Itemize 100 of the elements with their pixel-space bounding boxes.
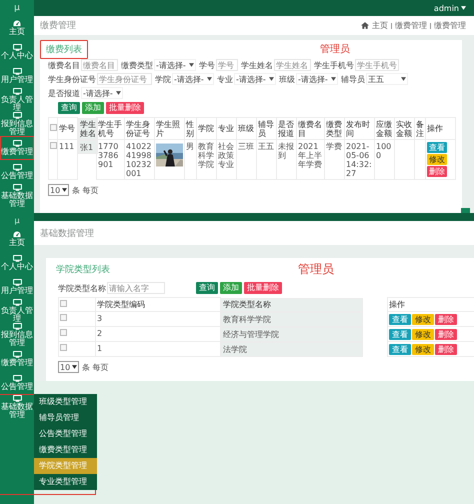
input-field[interactable]: 请输入名字 bbox=[107, 282, 165, 294]
edit-button[interactable]: 修改 bbox=[412, 344, 434, 355]
input-field[interactable]: 学生手机号 bbox=[355, 59, 399, 71]
field-label: 班级 bbox=[279, 74, 295, 84]
sidebar-item[interactable]: 报到信息管理 bbox=[0, 323, 34, 347]
monitor-icon bbox=[12, 255, 22, 262]
page-size-label: 条 每页 bbox=[82, 362, 109, 372]
edit-button[interactable]: 修改 bbox=[427, 154, 447, 165]
checkbox[interactable] bbox=[50, 124, 56, 131]
table-cell: 男 bbox=[186, 142, 195, 151]
field-label: 缴费类型 bbox=[121, 60, 153, 70]
column-header: 实收金额 bbox=[396, 120, 412, 138]
sidebar-item[interactable]: 公告管理 bbox=[0, 160, 34, 184]
caret-icon bbox=[401, 77, 406, 81]
table-cell-text: 111 bbox=[59, 142, 76, 151]
checkbox[interactable] bbox=[60, 344, 67, 351]
page-size-select[interactable]: 10 bbox=[58, 361, 80, 373]
gauge-icon bbox=[13, 20, 21, 27]
submenu-item[interactable]: 公告类型管理 bbox=[34, 426, 97, 442]
column-header: 应缴金额 bbox=[376, 120, 392, 138]
sidebar-item[interactable]: 缴费管理 bbox=[0, 136, 34, 160]
delete-button[interactable]: 删除 bbox=[435, 329, 457, 340]
sidebar-item[interactable]: 基础数据管理 bbox=[0, 184, 34, 208]
page-size-select[interactable]: 10 bbox=[48, 184, 70, 196]
select-field[interactable]: -请选择- bbox=[172, 73, 214, 85]
table-cell-text: 3 bbox=[97, 314, 104, 323]
checkbox[interactable] bbox=[60, 329, 67, 336]
checkbox[interactable] bbox=[50, 142, 56, 149]
submenu-item[interactable]: 缴费类型管理 bbox=[34, 442, 97, 458]
role-note: 管理员 bbox=[320, 43, 350, 56]
breadcrumb-link[interactable]: 缴费管理 bbox=[434, 20, 466, 31]
table-cell: 社会政策专业 bbox=[218, 142, 235, 169]
column-header: 学生姓名 bbox=[80, 120, 96, 138]
select-field[interactable]: -请选择- bbox=[81, 87, 123, 99]
monitor-icon bbox=[12, 164, 22, 171]
table-cell: 王五 bbox=[258, 142, 275, 151]
sidebar-item[interactable]: 负责人管理 bbox=[0, 299, 34, 323]
user-menu[interactable]: admin bbox=[434, 4, 466, 12]
table-cell: 2021-05-06 14:32:27 bbox=[346, 142, 373, 178]
add-button[interactable]: 添加 bbox=[220, 282, 242, 294]
caret-icon bbox=[207, 77, 212, 81]
view-button[interactable]: 查看 bbox=[389, 314, 411, 325]
delete-button[interactable]: 批量删除 bbox=[244, 282, 282, 294]
column-header: 缴费名目 bbox=[298, 120, 322, 138]
input-field[interactable]: 学生身份证号 bbox=[97, 73, 152, 85]
sidebar-item[interactable]: 缴费管理 bbox=[0, 347, 34, 371]
breadcrumb-link[interactable]: 主页 bbox=[372, 20, 388, 31]
card-title: 学院类型列表 bbox=[55, 264, 111, 276]
breadcrumb-link[interactable]: 缴费管理 bbox=[395, 20, 427, 31]
sidebar-item[interactable]: 主页 bbox=[0, 16, 34, 40]
view-button[interactable]: 查看 bbox=[389, 329, 411, 340]
delete-button[interactable]: 删除 bbox=[435, 344, 457, 355]
field-label: 是否报道 bbox=[48, 88, 80, 98]
select-field[interactable]: -请选择- bbox=[154, 59, 196, 71]
monitor-icon bbox=[12, 112, 22, 119]
query-button[interactable]: 查询 bbox=[58, 102, 80, 114]
view-button[interactable]: 查看 bbox=[427, 142, 447, 153]
column-header: 学生照片 bbox=[156, 120, 180, 138]
checkbox[interactable] bbox=[60, 300, 67, 307]
delete-button[interactable]: 删除 bbox=[427, 166, 447, 177]
card-title: 缴费列表 bbox=[40, 40, 88, 58]
view-button[interactable]: 查看 bbox=[389, 344, 411, 355]
monitor-icon bbox=[12, 184, 22, 191]
column-header: 学院 bbox=[198, 124, 214, 133]
submenu-item[interactable]: 专业类型管理 bbox=[34, 474, 97, 490]
input-field[interactable]: 学号 bbox=[216, 59, 238, 71]
select-field[interactable]: 王五 bbox=[366, 73, 408, 85]
checkbox[interactable] bbox=[60, 314, 67, 321]
sidebar-item[interactable]: 公告管理 bbox=[0, 371, 34, 395]
sidebar-item[interactable]: 用户管理 bbox=[0, 275, 34, 299]
table-cell: 教育科学学院 bbox=[198, 142, 215, 169]
field-label: 学生姓名 bbox=[241, 60, 273, 70]
input-field[interactable]: 学生姓名 bbox=[274, 59, 311, 71]
delete-button[interactable]: 删除 bbox=[435, 314, 457, 325]
sidebar-item[interactable]: 报到信息管理 bbox=[0, 112, 34, 136]
sidebar-item[interactable]: 负责人管理 bbox=[0, 88, 34, 112]
input-field[interactable]: 缴费名目 bbox=[81, 59, 118, 71]
sidebar-item[interactable]: 主页 bbox=[0, 227, 34, 251]
column-header: 班级 bbox=[238, 124, 254, 133]
edit-button[interactable]: 修改 bbox=[412, 329, 434, 340]
delete-button[interactable]: 批量删除 bbox=[106, 102, 144, 114]
page-size-label: 条 每页 bbox=[72, 184, 99, 196]
column-header: 学生身份证号 bbox=[126, 120, 150, 138]
column-header: 性别 bbox=[186, 120, 194, 138]
add-button[interactable]: 添加 bbox=[82, 102, 104, 114]
sidebar-item[interactable]: 个人中心 bbox=[0, 40, 34, 64]
column-header: 是否报道 bbox=[278, 120, 294, 138]
pagination-button[interactable] bbox=[461, 208, 470, 213]
select-field[interactable]: -请选择- bbox=[234, 73, 276, 85]
sidebar-item[interactable]: 个人中心 bbox=[0, 251, 34, 275]
select-field[interactable]: -请选择- bbox=[296, 73, 338, 85]
field-label: 学生手机号 bbox=[314, 60, 354, 70]
sidebar-item[interactable]: 用户管理 bbox=[0, 64, 34, 88]
edit-button[interactable]: 修改 bbox=[412, 314, 434, 325]
query-button[interactable]: 查询 bbox=[196, 282, 218, 294]
submenu-item[interactable]: 班级类型管理 bbox=[34, 394, 97, 410]
submenu-item[interactable]: 辅导员管理 bbox=[34, 410, 97, 426]
field-label: 学院 bbox=[155, 74, 171, 84]
sidebar-item[interactable]: 基础数据管理 bbox=[0, 395, 34, 419]
table-cell-text: 经济与管理学院 bbox=[223, 330, 280, 338]
